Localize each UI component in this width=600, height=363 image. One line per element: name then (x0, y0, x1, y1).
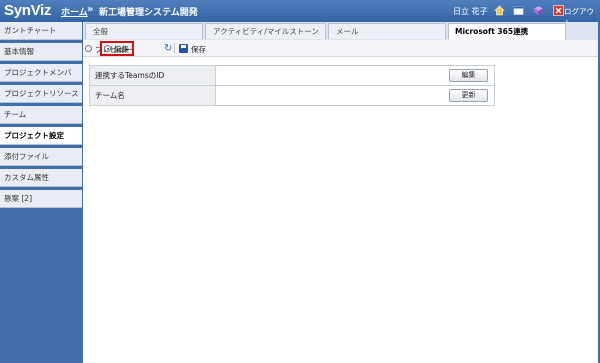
edit-teams-id-button[interactable]: 編集 (449, 69, 488, 82)
tab-microsoft365[interactable]: Microsoft 365連携 (448, 23, 566, 40)
sidebar-item-gantt-chart[interactable]: ガントチャート (0, 22, 82, 40)
breadcrumb-separator: » (87, 4, 94, 15)
tab-general[interactable]: 全般 (85, 23, 203, 39)
teams-id-value: 編集 (215, 65, 495, 86)
help-book-icon[interactable] (533, 5, 544, 16)
sidebar-item-issues[interactable]: 懸案 [2] (0, 190, 82, 208)
preview-radio[interactable] (85, 45, 92, 52)
top-bar: SynViz ホーム » 新工場管理システム開発 日立 花子 ログアウト (0, 0, 600, 27)
user-name[interactable]: 日立 花子 (453, 6, 488, 17)
toolbar: プレビュー 編集 ↻ 保存 (83, 40, 598, 57)
main-content: 全般 アクティビティ/マイルストーン メール Microsoft 365連携 プ… (83, 22, 598, 363)
team-name-value: 更新 (215, 85, 495, 106)
tab-activity-milestone[interactable]: アクティビティ/マイルストーン (205, 23, 326, 39)
team-name-label: チーム名 (89, 85, 216, 106)
save-icon[interactable] (179, 44, 188, 53)
reload-icon[interactable]: ↻ (164, 43, 172, 54)
m365-settings-table: 連携するTeamsのID 編集 チーム名 更新 (89, 65, 495, 106)
project-title: 新工場管理システム開発 (99, 8, 198, 18)
sidebar-item-project-settings[interactable]: プロジェクト設定 (0, 127, 82, 145)
sidebar-item-custom-attributes[interactable]: カスタム属性 (0, 169, 82, 187)
tab-bar: 全般 アクティビティ/マイルストーン メール Microsoft 365連携 (83, 22, 598, 40)
update-team-name-button[interactable]: 更新 (449, 89, 488, 102)
table-row: チーム名 更新 (89, 85, 495, 106)
sidebar-item-project-members[interactable]: プロジェクトメンバ (0, 64, 82, 82)
sidebar-item-attachments[interactable]: 添付ファイル (0, 148, 82, 166)
table-row: 連携するTeamsのID 編集 (89, 65, 495, 86)
sidebar: ガントチャート 基本情報 プロジェクトメンバ プロジェクトリソース チーム プロ… (0, 22, 82, 363)
app-logo: SynViz (4, 2, 52, 19)
edit-radio[interactable] (104, 45, 111, 52)
sidebar-item-project-resources[interactable]: プロジェクトリソース (0, 85, 82, 103)
toolbar-separator (174, 43, 175, 54)
window-icon[interactable] (513, 5, 524, 16)
home-icon[interactable] (494, 5, 505, 16)
edit-label[interactable]: 編集 (114, 44, 129, 55)
teams-id-label: 連携するTeamsのID (89, 65, 216, 86)
logout-icon[interactable] (553, 5, 564, 16)
breadcrumb-home-link[interactable]: ホーム (61, 5, 88, 18)
tab-mail[interactable]: メール (328, 23, 446, 39)
sidebar-item-basic-info[interactable]: 基本情報 (0, 43, 82, 61)
sidebar-item-team[interactable]: チーム (0, 106, 82, 124)
save-button[interactable]: 保存 (191, 44, 206, 55)
